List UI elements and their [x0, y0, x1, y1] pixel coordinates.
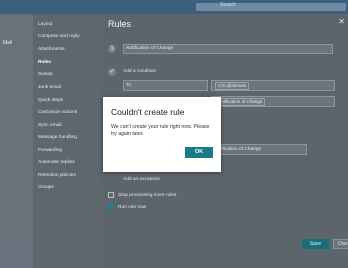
- run-rule-now-label: Run rule now: [118, 205, 147, 210]
- action-value-select[interactable]: Notification of Change: [211, 144, 307, 155]
- settings-item-groups[interactable]: Groups: [38, 185, 54, 190]
- settings-item-retention-policies[interactable]: Retention policies: [38, 173, 76, 178]
- settings-menu: Layout Compose and reply Attachments Rul…: [33, 14, 101, 268]
- nav-item-mail[interactable]: Mail: [3, 40, 12, 46]
- add-condition-label: Add a condition: [123, 69, 157, 74]
- settings-item-sync-email[interactable]: Sync email: [38, 123, 61, 128]
- recipient-input[interactable]: CSL@domain: [211, 80, 335, 91]
- step-one-icon: 1: [108, 45, 116, 53]
- top-bar: Search: [0, 0, 348, 14]
- settings-item-rules[interactable]: Rules: [38, 60, 51, 65]
- search-placeholder: Search: [220, 2, 236, 8]
- stop-processing-checkbox[interactable]: [108, 192, 114, 198]
- run-rule-now-checkbox[interactable]: [108, 204, 114, 210]
- settings-item-attachments[interactable]: Attachments: [38, 47, 65, 52]
- settings-item-message-handling[interactable]: Message handling: [38, 135, 77, 140]
- save-button[interactable]: Save: [302, 239, 329, 249]
- settings-item-automatic-replies[interactable]: Automatic replies: [38, 160, 75, 165]
- left-navigation: Mail: [0, 14, 33, 268]
- recipient-pill[interactable]: CSL@domain: [215, 82, 250, 90]
- settings-item-junk-email[interactable]: Junk email: [38, 85, 61, 90]
- settings-item-customize-actions[interactable]: Customize actions: [38, 110, 77, 115]
- add-exception-link[interactable]: Add an exception: [123, 177, 160, 182]
- discard-button[interactable]: Disc: [333, 239, 348, 249]
- condition-field-select[interactable]: To: [123, 80, 208, 91]
- rule-name-input[interactable]: Notification of Change: [123, 44, 333, 54]
- search-box[interactable]: [196, 3, 346, 11]
- error-dialog: Couldn't create rule We can't create you…: [103, 97, 221, 172]
- settings-item-layout[interactable]: Layout: [38, 22, 52, 27]
- settings-item-compose[interactable]: Compose and reply: [38, 34, 80, 39]
- ok-button[interactable]: OK: [185, 147, 213, 158]
- stop-processing-label: Stop processing more rules: [118, 193, 177, 198]
- settings-item-sweep[interactable]: Sweep: [38, 72, 53, 77]
- settings-item-quick-steps[interactable]: Quick steps: [38, 98, 63, 103]
- page-title: Rules: [108, 19, 132, 29]
- subject-input[interactable]: Notification of Change: [211, 96, 335, 107]
- dialog-title: Couldn't create rule: [111, 107, 185, 117]
- step-two-icon: ✓: [108, 68, 116, 76]
- subject-pill[interactable]: Notification of Change: [215, 98, 266, 106]
- dialog-message: We can't create your rule right now. Ple…: [111, 124, 210, 137]
- settings-item-forwarding[interactable]: Forwarding: [38, 148, 62, 153]
- close-icon[interactable]: ✕: [338, 17, 345, 26]
